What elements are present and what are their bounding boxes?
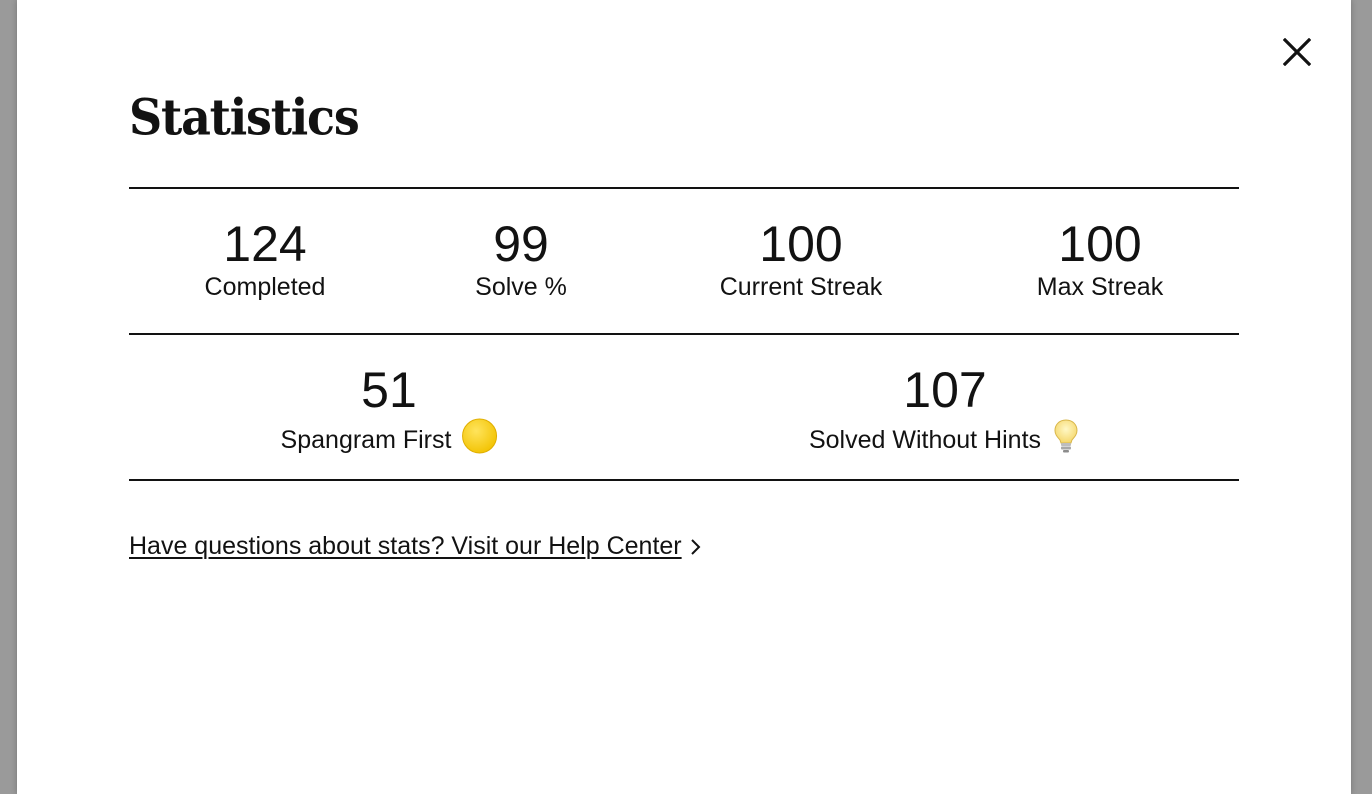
stat-solved-without-hints: 107 Solved Without Hints [809,364,1081,461]
stat-spangram-first: 51 Spangram First [281,364,498,461]
yellow-circle-icon [461,418,497,461]
stat-label-text: Solved Without Hints [808,425,1042,454]
stat-current-streak: 100 Current Streak [720,218,883,302]
stat-label-text: Spangram First [280,425,452,454]
stat-value: 100 [1058,216,1142,272]
stat-completed: 124 Completed [205,218,326,302]
divider-top [129,187,1239,189]
divider-bottom [129,479,1239,481]
close-icon [1283,38,1311,66]
stat-value: 124 [223,216,307,272]
stat-label: Current Streak [719,273,883,301]
stat-value: 107 [903,362,987,418]
stat-label: Solve % [475,273,567,301]
chevron-right-icon [690,537,702,557]
divider-middle [129,333,1239,335]
stat-label: Spangram First [281,418,498,461]
page-title: Statistics [129,88,360,147]
statistics-modal: Statistics 124 Completed 99 Solve % 100 … [17,0,1351,794]
stat-solve-percent: 99 Solve % [475,218,567,302]
stat-value: 99 [493,216,549,272]
stat-value: 51 [361,362,417,418]
lightbulb-icon [1051,418,1081,461]
stat-max-streak: 100 Max Streak [1037,218,1163,302]
help-link-text[interactable]: Have questions about stats? Visit our He… [129,532,682,561]
stat-label: Solved Without Hints [809,418,1081,461]
stat-value: 100 [759,216,843,272]
help-center-link[interactable]: Have questions about stats? Visit our He… [129,532,702,561]
stat-label: Completed [204,273,326,301]
stat-label: Max Streak [1036,273,1164,301]
close-button[interactable] [1279,34,1315,70]
